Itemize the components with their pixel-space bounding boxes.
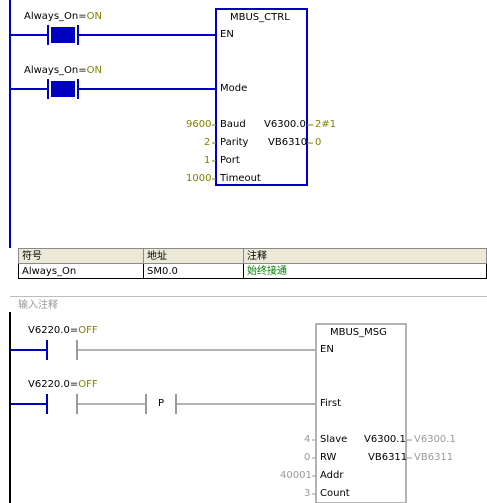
v6220-contact1-state: OFF <box>78 325 98 336</box>
port-value[interactable]: 1 <box>204 155 210 167</box>
v6220-contact1-label[interactable]: V6220.0=OFF <box>28 325 98 337</box>
contact-v6220-1 <box>11 340 316 360</box>
rw-value[interactable]: 0 <box>304 452 310 464</box>
slave-value[interactable]: 4 <box>304 434 310 446</box>
v6220-contact1-address: V6220.0= <box>28 325 79 336</box>
mbus-msg-pin-en: EN <box>320 344 334 355</box>
baud-value[interactable]: 9600 <box>186 119 211 131</box>
msg-error-value[interactable]: VB6311 <box>414 452 453 464</box>
mbus-ctrl-pin-timeout: Timeout <box>220 173 261 184</box>
timeout-value[interactable]: 1000 <box>186 173 211 185</box>
mbus-msg-pin-slave: Slave <box>320 434 348 445</box>
contact-always-on-1 <box>11 25 216 45</box>
network-separator <box>10 296 487 297</box>
contact2-label[interactable]: Always_On=ON <box>24 65 102 77</box>
mbus-msg-title: MBUS_MSG <box>330 327 387 338</box>
mbus-msg-pin-count: Count <box>320 488 350 499</box>
v6220-contact2-address: V6220.0= <box>28 379 79 390</box>
mbus-ctrl-out-done: V6300.0 <box>264 119 306 130</box>
row-comment: 始终接通 <box>243 263 487 279</box>
mbus-ctrl-pin-en: EN <box>220 29 234 40</box>
parity-value[interactable]: 2 <box>204 137 210 149</box>
col-symbol[interactable]: 符号 <box>18 248 144 264</box>
mbus-msg-out-done: V6300.1 <box>364 434 406 445</box>
contact2-address: Always_On= <box>24 65 87 76</box>
table-row: Always_On SM0.0 始终接通 <box>18 263 487 279</box>
addr-value[interactable]: 40001 <box>280 470 312 482</box>
mbus-ctrl-pin-parity: Parity <box>220 137 249 148</box>
mbus-ctrl-title: MBUS_CTRL <box>230 12 290 23</box>
done-value[interactable]: 2#1 <box>315 119 336 131</box>
positive-edge-contact[interactable]: P <box>158 398 164 410</box>
count-value[interactable]: 3 <box>304 488 310 500</box>
col-address[interactable]: 地址 <box>143 248 244 264</box>
contact1-address: Always_On= <box>24 11 87 22</box>
error-value[interactable]: 0 <box>315 137 321 149</box>
symbol-table: 符号 地址 注释 Always_On SM0.0 始终接通 <box>18 248 487 279</box>
row-address: SM0.0 <box>143 263 244 279</box>
mbus-ctrl-out-error: VB6310 <box>268 137 308 148</box>
mbus-msg-pin-first: First <box>320 398 342 409</box>
network2-comment[interactable]: 输入注释 <box>18 300 58 312</box>
contact1-state: ON <box>86 11 103 22</box>
v6220-contact2-state: OFF <box>78 379 98 390</box>
v6220-contact2-label[interactable]: V6220.0=OFF <box>28 379 98 391</box>
col-comment[interactable]: 注释 <box>243 248 487 264</box>
symbol-table-header: 符号 地址 注释 <box>18 248 487 264</box>
mbus-msg-pin-rw: RW <box>320 452 337 463</box>
mbus-msg-pin-addr: Addr <box>320 470 344 481</box>
msg-done-value[interactable]: V6300.1 <box>414 434 456 446</box>
contact1-label[interactable]: Always_On=ON <box>24 11 102 23</box>
mbus-ctrl-pin-mode: Mode <box>220 83 248 94</box>
row-symbol: Always_On <box>18 263 144 279</box>
contact2-state: ON <box>86 65 103 76</box>
mbus-ctrl-pin-port: Port <box>220 155 240 166</box>
mbus-ctrl-pin-baud: Baud <box>220 119 246 130</box>
mbus-msg-out-error: VB6311 <box>368 452 408 463</box>
contact-always-on-2 <box>11 79 216 99</box>
